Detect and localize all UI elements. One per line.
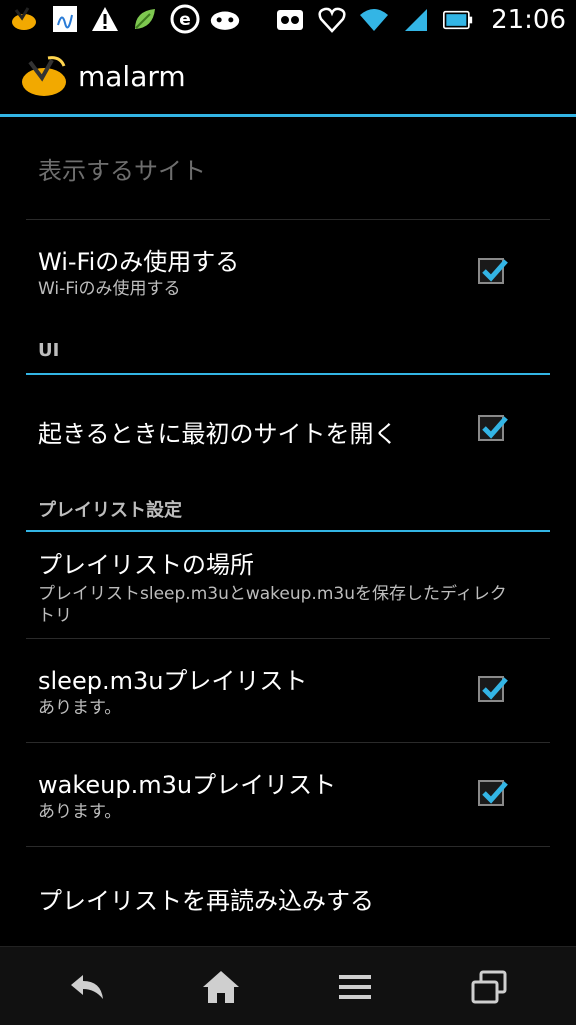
pref-sleep-playlist-summary: あります。	[38, 698, 122, 718]
pref-wifi-only[interactable]: Wi-Fiのみ使用する Wi-Fiのみ使用する	[26, 220, 550, 325]
e-icon: e	[170, 4, 200, 34]
wifi-only-checkbox[interactable]	[478, 258, 508, 284]
pref-open-first-site-title: 起きるときに最初のサイトを開く	[38, 420, 398, 448]
pref-site-display-title: 表示するサイト	[38, 157, 206, 185]
leaf-icon	[130, 4, 160, 34]
system-icons: 21:06	[275, 4, 566, 36]
app-logo-icon[interactable]	[20, 52, 70, 102]
wifi-icon	[359, 5, 389, 35]
svg-text:e: e	[179, 10, 191, 30]
pref-wakeup-playlist-summary: あります。	[38, 802, 122, 822]
sleep-playlist-checkbox[interactable]	[478, 676, 508, 702]
pref-reload-playlist-title: プレイリストを再読み込みする	[38, 887, 374, 915]
warning-icon	[90, 4, 120, 34]
app-title: malarm	[78, 60, 186, 93]
notes-icon	[50, 4, 80, 34]
navigation-bar	[0, 946, 576, 1025]
pref-playlist-location[interactable]: プレイリストの場所 プレイリストsleep.m3uとwakeup.m3uを保存し…	[26, 533, 550, 638]
pref-open-first-site[interactable]: 起きるときに最初のサイトを開く	[26, 376, 550, 478]
pref-site-display[interactable]: 表示するサイト	[26, 117, 550, 220]
category-ui: UI	[38, 340, 60, 361]
pref-sleep-playlist-title: sleep.m3uプレイリスト	[38, 667, 308, 695]
heart-icon	[317, 5, 347, 35]
android-icon	[210, 4, 240, 34]
category-playlist: プレイリスト設定	[38, 500, 182, 521]
pref-sleep-playlist[interactable]: sleep.m3uプレイリスト あります。	[26, 639, 550, 743]
malarm-icon	[10, 4, 40, 34]
category-ui-line	[26, 373, 550, 375]
wakeup-playlist-checkbox[interactable]	[478, 780, 508, 806]
category-playlist-line	[26, 530, 550, 532]
status-bar: e 21:06	[0, 0, 576, 40]
pref-wifi-only-title: Wi-Fiのみ使用する	[38, 248, 240, 276]
notification-icons: e	[10, 4, 240, 34]
back-icon[interactable]	[62, 965, 112, 1009]
open-first-site-checkbox[interactable]	[478, 415, 508, 441]
pref-reload-playlist[interactable]: プレイリストを再読み込みする	[26, 847, 550, 946]
recent-apps-icon[interactable]	[464, 965, 514, 1009]
voicemail-icon	[275, 5, 305, 35]
battery-icon	[443, 5, 473, 35]
pref-wakeup-playlist[interactable]: wakeup.m3uプレイリスト あります。	[26, 743, 550, 846]
pref-wakeup-playlist-title: wakeup.m3uプレイリスト	[38, 771, 337, 799]
action-bar: malarm	[0, 40, 576, 114]
menu-icon[interactable]	[330, 965, 380, 1009]
home-icon[interactable]	[196, 965, 246, 1009]
signal-icon	[401, 5, 431, 35]
pref-wifi-only-summary: Wi-Fiのみ使用する	[38, 279, 181, 299]
clock: 21:06	[491, 5, 566, 35]
pref-playlist-location-summary: プレイリストsleep.m3uとwakeup.m3uを保存したディレクトリ	[38, 584, 507, 626]
pref-playlist-location-title: プレイリストの場所	[38, 551, 254, 579]
